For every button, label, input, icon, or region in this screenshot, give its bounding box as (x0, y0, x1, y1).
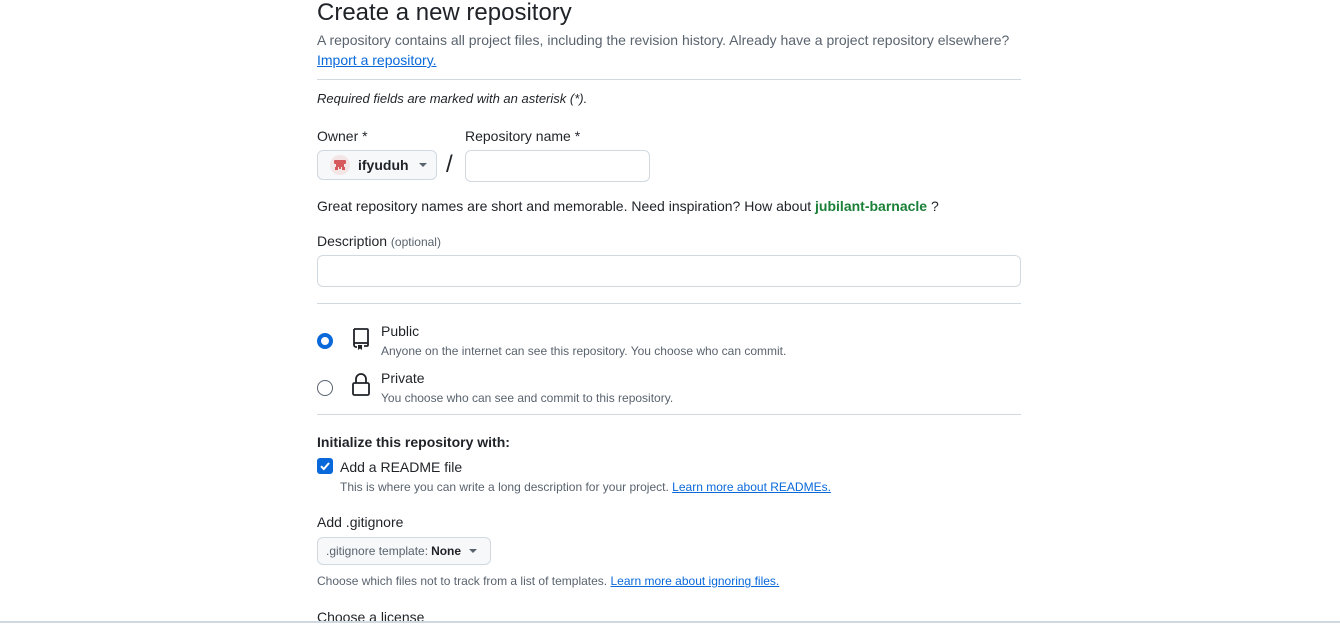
import-repository-link[interactable]: Import a repository. (317, 52, 437, 68)
readme-learn-more-link[interactable]: Learn more about READMEs. (672, 480, 831, 494)
repo-icon (351, 327, 371, 356)
initialize-heading: Initialize this repository with: (317, 434, 510, 450)
readme-label[interactable]: Add a README file (340, 459, 462, 475)
optional-tag: (optional) (390, 235, 441, 249)
suggested-name[interactable]: jubilant-barnacle (815, 198, 927, 214)
public-radio[interactable] (317, 333, 333, 349)
gitignore-learn-more-link[interactable]: Learn more about ignoring files. (610, 574, 779, 588)
repo-name-label: Repository name * (465, 128, 581, 144)
gitignore-heading: Add .gitignore (317, 514, 404, 530)
public-label: Public (381, 323, 420, 339)
gitignore-description: Choose which files not to track from a l… (317, 574, 779, 588)
description-label-text: Description (317, 233, 388, 249)
name-suggestion: Great repository names are short and mem… (317, 198, 939, 214)
gitignore-template-dropdown[interactable]: .gitignore template: None (317, 537, 491, 565)
checkmark-icon (320, 462, 330, 471)
description-input[interactable] (317, 255, 1021, 287)
gitignore-description-text: Choose which files not to track from a l… (317, 574, 608, 588)
page-title: Create a new repository (317, 0, 572, 26)
page-subtitle: A repository contains all project files,… (317, 32, 1010, 48)
suggestion-text: Great repository names are short and mem… (317, 198, 812, 214)
divider (317, 303, 1021, 304)
chevron-down-icon (418, 163, 427, 167)
public-description: Anyone on the internet can see this repo… (381, 344, 787, 358)
suggestion-suffix: ? (930, 198, 939, 214)
divider (317, 414, 1021, 415)
owner-dropdown-button[interactable]: ifyuduh (317, 150, 437, 180)
repository-name-input[interactable] (465, 150, 650, 182)
readme-checkbox[interactable] (317, 458, 333, 474)
readme-description: This is where you can write a long descr… (340, 480, 831, 494)
required-fields-note: Required fields are marked with an aster… (317, 91, 588, 106)
private-description: You choose who can see and commit to thi… (381, 391, 674, 405)
private-label: Private (381, 370, 425, 386)
owner-name: ifyuduh (358, 157, 409, 173)
gitignore-button-value: None (431, 544, 462, 558)
description-label: Description (optional) (317, 233, 441, 249)
identicon-avatar (330, 155, 350, 175)
readme-description-text: This is where you can write a long descr… (340, 480, 669, 494)
gitignore-button-prefix: .gitignore template: (326, 544, 429, 558)
divider (317, 79, 1021, 80)
owner-label: Owner * (317, 128, 368, 144)
chevron-down-icon (469, 549, 478, 553)
private-radio[interactable] (317, 380, 333, 396)
owner-repo-separator: / (446, 151, 453, 178)
lock-icon (351, 373, 371, 402)
